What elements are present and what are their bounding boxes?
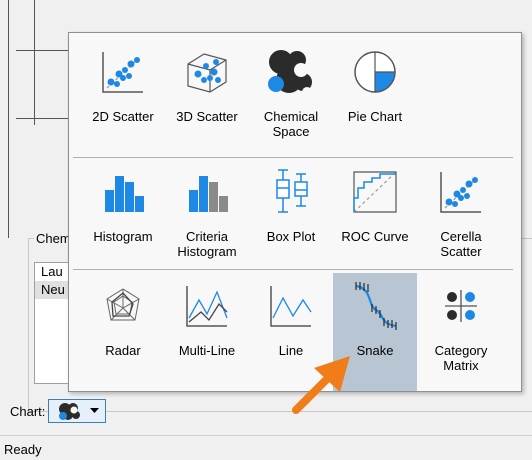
chart-label: Chart: [10, 403, 46, 419]
menu-item-label: 3D Scatter [176, 109, 238, 124]
menu-item-roc-curve[interactable]: ROC Curve [333, 159, 417, 277]
menu-item-3d-scatter[interactable]: 3D Scatter [165, 39, 249, 157]
group-label: Chem [34, 231, 73, 246]
row-separator [73, 157, 513, 158]
line-icon [270, 286, 312, 327]
criteria-histogram-icon [189, 176, 228, 212]
chart-type-menu: 2D Scatter 3D Scatter Chemical Space Pie… [68, 32, 522, 392]
menu-item-label: 2D Scatter [92, 109, 154, 124]
radar-icon [106, 288, 140, 321]
snake-icon [355, 282, 397, 330]
status-bar: Ready [0, 435, 532, 460]
menu-item-multi-line[interactable]: Multi-Line [165, 273, 249, 391]
orange-arrow-annotation [292, 356, 350, 414]
menu-item-criteria-histogram[interactable]: Criteria Histogram [165, 159, 249, 277]
status-text: Ready [4, 442, 42, 457]
menu-item-cerella-scatter[interactable]: Cerella Scatter [419, 159, 503, 277]
axis-line [8, 0, 9, 238]
menu-item-label: Snake [356, 343, 394, 358]
3d-scatter-icon [187, 53, 227, 93]
menu-item-label: Category Matrix [434, 343, 488, 373]
chart-selector-row: Chart: [10, 398, 107, 424]
cerella-scatter-icon [440, 172, 481, 213]
chemical-space-icon [268, 50, 312, 97]
menu-item-2d-scatter[interactable]: 2D Scatter [81, 39, 165, 157]
menu-item-box-plot[interactable]: Box Plot [249, 159, 333, 277]
menu-item-label: Radar [105, 343, 141, 358]
row-separator [73, 269, 513, 270]
axis-line [34, 0, 35, 125]
axis-line [16, 50, 68, 51]
2d-scatter-icon [102, 52, 143, 93]
chevron-down-icon [89, 408, 99, 413]
menu-item-category-matrix[interactable]: Category Matrix [419, 273, 503, 391]
menu-item-label: Chemical Space [263, 109, 319, 139]
chart-type-dropdown[interactable] [48, 399, 107, 423]
roc-curve-icon [353, 171, 397, 213]
multi-line-icon [186, 286, 228, 327]
menu-item-label: Pie Chart [347, 109, 403, 124]
pie-chart-icon [354, 51, 396, 93]
chemical-space-icon [58, 403, 80, 420]
menu-item-radar[interactable]: Radar [81, 273, 165, 391]
histogram-icon [105, 176, 144, 212]
category-matrix-icon [445, 290, 477, 322]
menu-item-pie-chart[interactable]: Pie Chart [333, 39, 417, 157]
menu-item-label: Multi-Line [178, 343, 236, 358]
menu-item-histogram[interactable]: Histogram [81, 159, 165, 277]
axis-line [16, 118, 68, 119]
menu-item-chemical-space[interactable]: Chemical Space [249, 39, 333, 157]
box-plot-icon [276, 169, 308, 213]
